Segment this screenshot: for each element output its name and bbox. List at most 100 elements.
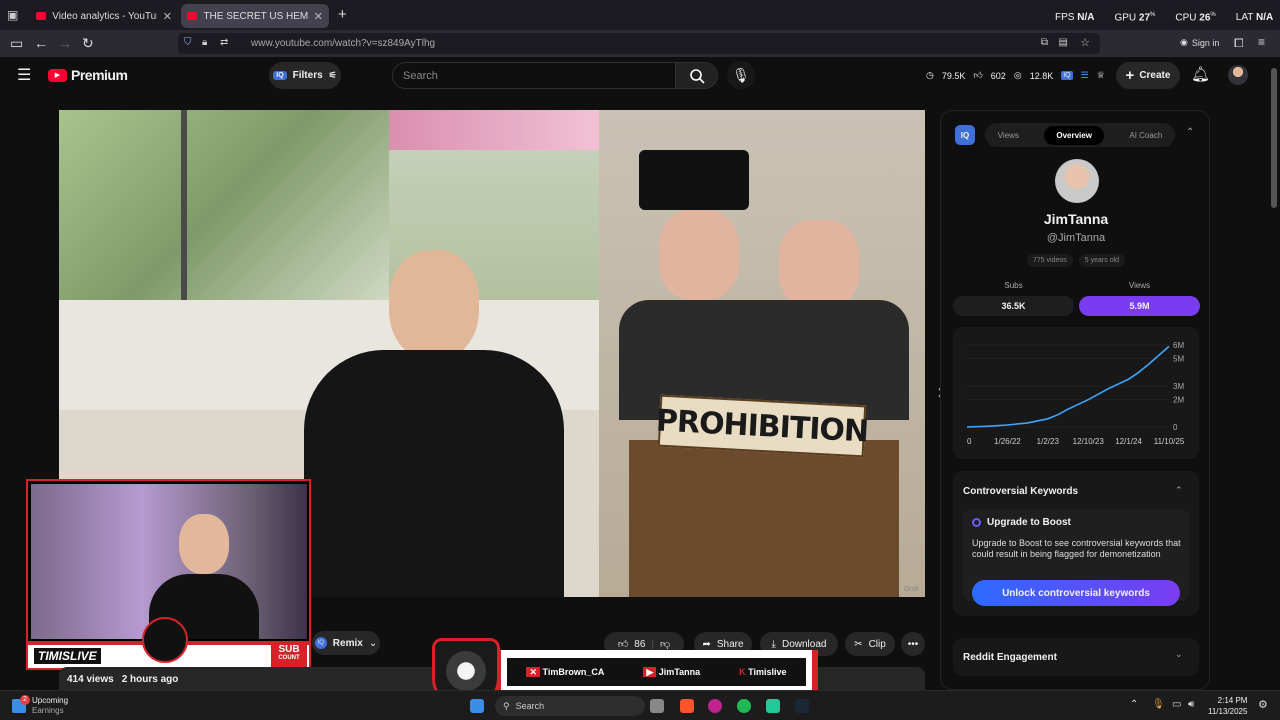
trophy-icon[interactable]: ♕ (1097, 70, 1105, 81)
shield-icon[interactable]: ⛉ (184, 37, 192, 48)
remix-button[interactable]: IQ Remix ⌄ (312, 631, 380, 655)
more-icon: ••• (907, 638, 919, 650)
firefox-icon[interactable] (708, 699, 722, 713)
channel-chips: 775 videos 5 years old (941, 254, 1211, 267)
taskbar-search[interactable]: ⚲ Search (495, 696, 645, 716)
search-icon: ⚲ (503, 700, 510, 711)
video-right-thumbnail: PROHIBITION Grok (599, 110, 925, 597)
search-icon[interactable] (675, 63, 717, 88)
channel-avatar[interactable] (1055, 159, 1099, 203)
search-input[interactable]: Search (393, 70, 675, 82)
filters-label: Filters (292, 70, 323, 81)
chevron-down-icon[interactable]: ⌄ (1175, 649, 1183, 660)
lat-label: LAT (1235, 12, 1254, 23)
widgets-button[interactable]: 2 Upcoming Earnings (12, 695, 68, 716)
create-button[interactable]: + Create (1116, 62, 1180, 89)
tab-title: Video analytics - YouTube Studio (52, 10, 157, 22)
taskbar-search-label: Search (515, 701, 545, 711)
clock[interactable]: 2:14 PM 11/13/2025 (1208, 695, 1247, 717)
grok-credit: Grok (903, 586, 919, 593)
hamburger-menu-icon[interactable]: ☰ (17, 65, 31, 85)
tab-studio[interactable]: Video analytics - YouTube Studio ✕ (30, 4, 178, 28)
chevron-up-icon[interactable]: ⌃ (1175, 485, 1183, 496)
network-icon[interactable]: ▭ (1172, 699, 1181, 710)
reddit-title: Reddit Engagement (963, 652, 1057, 663)
back-icon[interactable]: ← (34, 35, 48, 51)
steam-icon[interactable] (795, 699, 809, 713)
more-actions-button[interactable]: ••• (901, 632, 925, 656)
gpu-value: 27 (1138, 12, 1151, 24)
windows-taskbar: 2 Upcoming Earnings ⚲ Search ⌃ 🎙︎ ▭ 🔊︎ 2… (0, 690, 1280, 720)
lock-icon[interactable]: 🔒︎ (202, 37, 207, 48)
youtube-header: ☰ ▶ Premium IQ Filters ⚟ Search 🎙︎ ◷ 79.5… (0, 57, 1280, 93)
microphone-icon[interactable]: 🎙︎ (727, 61, 755, 89)
close-tab-icon[interactable]: ✕ (163, 10, 172, 23)
stat-likes: 602 (990, 70, 1006, 81)
channel-name[interactable]: JimTanna (941, 211, 1211, 227)
reader-icon[interactable]: ▤ (1059, 37, 1068, 48)
x-tick-label: 12/1/24 (1115, 437, 1142, 446)
clip-label: Clip (868, 638, 886, 650)
tray-expand-icon[interactable]: ⌃ (1130, 699, 1138, 710)
youtube-play-logo-icon: ▶ (48, 68, 67, 82)
clip-button[interactable]: ✂ Clip (845, 632, 895, 656)
reddit-engagement-card[interactable]: Reddit Engagement ⌄ (953, 638, 1199, 676)
view-count: 414 views (67, 674, 114, 685)
spotify-icon[interactable] (737, 699, 751, 713)
forward-icon[interactable]: → (58, 35, 72, 51)
tab-ai-coach[interactable]: AI Coach (1129, 131, 1162, 140)
app-icon[interactable] (766, 699, 780, 713)
boost-icon (972, 518, 981, 527)
remix-icon: IQ (314, 637, 327, 649)
tab-overview[interactable]: Overview (1044, 125, 1104, 145)
subs-value[interactable]: 36.5K (953, 296, 1074, 316)
url-bar[interactable]: ⛉ 🔒︎ ⇄ www.youtube.com/watch?v=sz849AyTl… (178, 33, 1100, 54)
start-icon[interactable] (470, 699, 484, 713)
unlock-keywords-button[interactable]: Unlock controversial keywords (972, 580, 1180, 606)
avatar[interactable] (1228, 65, 1248, 85)
brave-icon[interactable] (680, 699, 694, 713)
extensions-icon[interactable]: ⧠ (1234, 36, 1244, 51)
tab-views[interactable]: Views (998, 131, 1019, 140)
account-icon: ◉ (1180, 37, 1188, 47)
search-box[interactable]: Search (392, 62, 718, 89)
settings-gear-icon[interactable]: ⚙ (1258, 698, 1268, 711)
chevron-up-icon[interactable]: ⌃ (1186, 127, 1194, 138)
vidiq-icon[interactable]: IQ (1061, 71, 1073, 80)
clock-icon: ◷ (926, 70, 934, 80)
page-scrollbar[interactable] (1271, 68, 1277, 208)
streamer-head (179, 514, 229, 574)
x-tick-label: 11/10/25 (1154, 437, 1185, 446)
upgrade-description: Upgrade to Boost to see controversial ke… (972, 538, 1181, 559)
youtube-favicon-icon (187, 12, 198, 20)
notifications-bell-icon[interactable]: 🔔︎ (1191, 65, 1210, 83)
tab-list-icon[interactable]: ▣ (7, 8, 18, 22)
window-frame (181, 110, 187, 300)
url-text: www.youtube.com/watch?v=sz849AyTlhg (251, 38, 436, 49)
figure-right-face (779, 220, 859, 310)
sign-in-button[interactable]: ◉ Sign in (1180, 37, 1219, 48)
close-tab-icon[interactable]: ✕ (314, 10, 323, 23)
fps-label: FPS (1055, 12, 1075, 23)
views-value[interactable]: 5.9M (1079, 296, 1200, 316)
filter-extension-icon: IQ (273, 71, 287, 80)
volume-icon[interactable]: 🔊︎ (1188, 699, 1194, 710)
menu-icon[interactable]: ≡ (1258, 35, 1265, 49)
filters-button[interactable]: IQ Filters ⚟ (269, 62, 341, 89)
task-view-icon[interactable] (650, 699, 664, 713)
youtube-icon: ▶ (643, 666, 657, 677)
reload-icon[interactable]: ↻ (82, 35, 94, 51)
sidebar-toggle-icon[interactable]: ▭ (10, 35, 23, 51)
plus-icon: + (1125, 67, 1135, 84)
pip-icon[interactable]: ⧉ (1041, 37, 1048, 48)
lat-value: N/A (1255, 12, 1274, 23)
new-tab-icon[interactable]: + (338, 6, 347, 23)
bars-icon[interactable]: ☰ (1081, 70, 1089, 81)
youtube-logo[interactable]: ▶ Premium (48, 67, 128, 83)
microphone-tray-icon[interactable]: 🎙︎ (1152, 699, 1165, 710)
bookmark-star-icon[interactable]: ☆ (1080, 36, 1090, 49)
age-chip: 5 years old (1078, 254, 1126, 267)
views-chart-card: 0 2M 3M 5M 6M 0 1/26/22 1/2/23 12/10/23 12/1/24 11… (953, 327, 1199, 459)
permissions-icon[interactable]: ⇄ (220, 37, 228, 48)
tab-video[interactable]: THE SECRET US HEMP BAN! - YouTube ✕ (181, 4, 329, 28)
